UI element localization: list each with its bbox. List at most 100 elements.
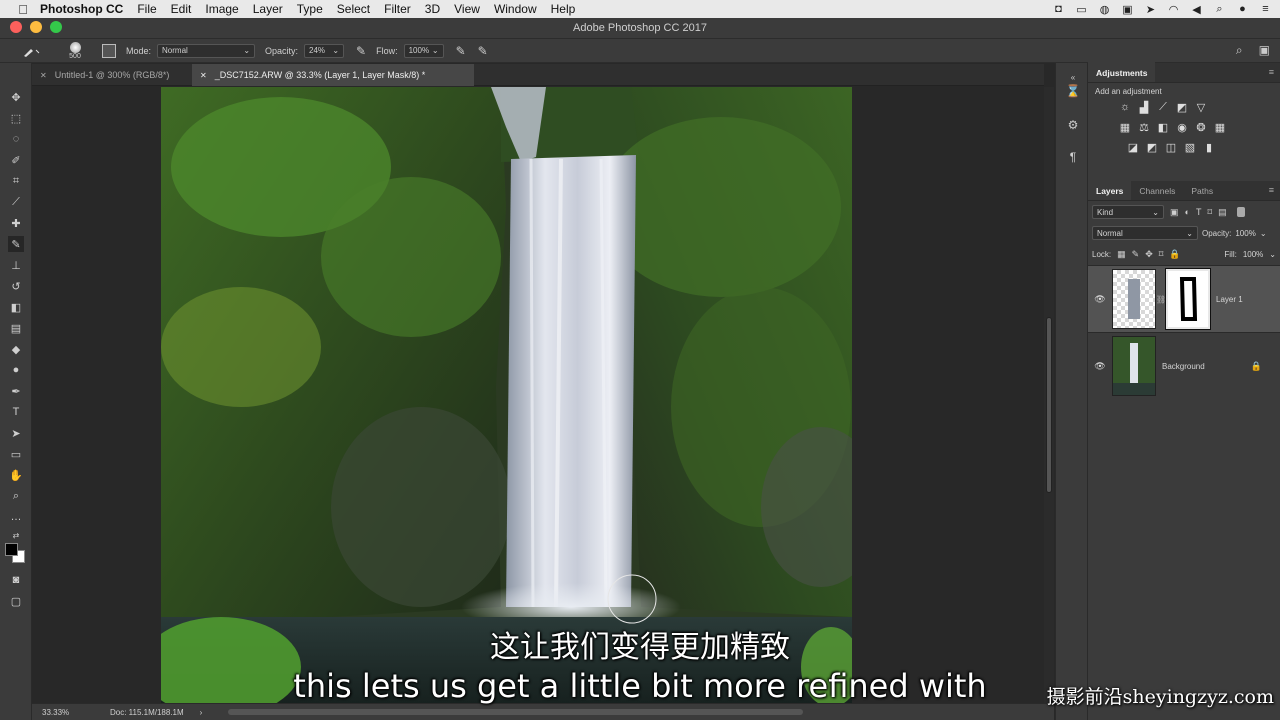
layer-thumbnail[interactable] [1112, 269, 1156, 329]
zoom-tool-icon[interactable]: ⌕ [8, 488, 24, 504]
apple-icon[interactable]:  [16, 2, 30, 17]
menu-filter[interactable]: Filter [384, 2, 411, 16]
zoom-level[interactable]: 33.33% [42, 708, 94, 717]
more-tools-icon[interactable]: … [8, 509, 24, 525]
menu-app-name[interactable]: Photoshop CC [40, 2, 123, 16]
volume-icon[interactable]: ◀ [1190, 3, 1203, 16]
swap-colors-icon[interactable]: ⇄ [8, 527, 24, 543]
notification-center-icon[interactable]: ≡ [1259, 3, 1272, 15]
rectangle-tool-icon[interactable]: ▭ [8, 446, 24, 462]
adjustment-filter-icon[interactable]: ◐ [1185, 207, 1190, 217]
scroll-thumb[interactable] [1046, 317, 1052, 493]
search-icon[interactable]: ⌕ [1236, 43, 1243, 58]
layer-name[interactable]: Layer 1 [1216, 295, 1243, 304]
hand-tool-icon[interactable]: ✋ [8, 467, 24, 483]
vertical-scrollbar[interactable] [1044, 87, 1054, 703]
threshold-icon[interactable]: ◫ [1164, 140, 1178, 154]
menu-3d[interactable]: 3D [425, 2, 440, 16]
filter-toggle[interactable] [1236, 207, 1245, 217]
link-icon[interactable]: ⛓ [1156, 295, 1166, 304]
eyedropper-tool-icon[interactable]: ⟋ [8, 194, 24, 210]
lock-position-icon[interactable]: ✥ [1145, 249, 1153, 260]
close-tab-icon[interactable]: ✕ [200, 71, 207, 80]
move-tool-icon[interactable]: ✥ [8, 89, 24, 105]
screen-mode-icon[interactable]: ▢ [8, 593, 24, 609]
zoom-window-button[interactable] [50, 21, 62, 33]
shape-filter-icon[interactable]: ⌑ [1207, 207, 1212, 218]
chevron-down-icon[interactable]: ⌄ [1260, 229, 1267, 238]
color-lookup-icon[interactable]: ▦ [1213, 120, 1227, 134]
fill-value[interactable]: 100% [1243, 250, 1263, 259]
lock-all-icon[interactable]: 🔒 [1169, 249, 1180, 260]
quick-mask-icon[interactable]: ◙ [8, 572, 24, 588]
gradient-tool-icon[interactable]: ▤ [8, 320, 24, 336]
menu-view[interactable]: View [454, 2, 480, 16]
menu-type[interactable]: Type [297, 2, 323, 16]
siri-icon[interactable]: ● [1236, 3, 1249, 15]
canvas-area[interactable] [32, 87, 1044, 703]
photo-filter-icon[interactable]: ◉ [1175, 120, 1189, 134]
invert-icon[interactable]: ◪ [1126, 140, 1140, 154]
lasso-tool-icon[interactable]: ◌ [8, 131, 24, 147]
layer-mask-thumbnail[interactable] [1165, 268, 1211, 330]
crop-tool-icon[interactable]: ⌗ [8, 173, 24, 189]
blur-tool-icon[interactable]: ◆ [8, 341, 24, 357]
tab-layers[interactable]: Layers [1088, 180, 1132, 200]
marquee-tool-icon[interactable]: ⬚ [8, 110, 24, 126]
menu-image[interactable]: Image [205, 2, 238, 16]
color-balance-icon[interactable]: ⚖ [1137, 120, 1151, 134]
quick-selection-tool-icon[interactable]: ✐ [8, 152, 24, 168]
brush-panel-toggle-icon[interactable] [102, 43, 116, 58]
close-window-button[interactable] [10, 21, 22, 33]
exposure-icon[interactable]: ◩ [1175, 100, 1189, 114]
visibility-eye-icon[interactable]: 👁 [1088, 294, 1112, 305]
close-tab-icon[interactable]: ✕ [40, 71, 47, 80]
menu-layer[interactable]: Layer [253, 2, 283, 16]
brush-preset-picker[interactable] [14, 41, 48, 61]
menu-window[interactable]: Window [494, 2, 537, 16]
pen-tool-icon[interactable]: ✒ [8, 383, 24, 399]
pixel-filter-icon[interactable]: ▣ [1170, 207, 1179, 218]
levels-icon[interactable]: ▟ [1137, 100, 1151, 114]
lock-transparent-icon[interactable]: ▦ [1117, 249, 1126, 260]
path-selection-tool-icon[interactable]: ➤ [8, 425, 24, 441]
smart-object-filter-icon[interactable]: ▤ [1218, 207, 1227, 218]
flow-field[interactable]: 100% ⌄ [403, 43, 444, 58]
curves-icon[interactable]: ⟋ [1156, 100, 1170, 114]
gradient-map-icon[interactable]: ▮ [1202, 140, 1216, 154]
opacity-field[interactable]: 24% ⌄ [304, 43, 345, 58]
camera-icon[interactable]: ◘ [1052, 3, 1065, 15]
lock-artboard-icon[interactable]: ⌑ [1159, 249, 1164, 260]
history-panel-icon[interactable]: ⌛ [1065, 83, 1081, 99]
airbrush-icon[interactable]: ✎ [456, 44, 466, 58]
location-icon[interactable]: ➤ [1144, 3, 1157, 16]
tab-untitled-1[interactable]: ✕ Untitled-1 @ 300% (RGB/8*) [32, 64, 192, 86]
layer-thumbnail[interactable] [1112, 336, 1156, 396]
history-brush-tool-icon[interactable]: ↺ [8, 278, 24, 294]
menu-help[interactable]: Help [551, 2, 576, 16]
brush-size-picker[interactable]: 500 [60, 39, 90, 63]
brightness-contrast-icon[interactable]: ☼ [1118, 100, 1132, 114]
pressure-opacity-icon[interactable]: ✎ [356, 44, 366, 58]
panel-menu-icon[interactable]: ≡ [1269, 185, 1274, 195]
channel-mixer-icon[interactable]: ❂ [1194, 120, 1208, 134]
hue-saturation-icon[interactable]: ▦ [1118, 120, 1132, 134]
workspace-icon[interactable]: ▣ [1259, 43, 1270, 58]
brush-tool-icon[interactable]: ✎ [8, 236, 24, 252]
black-white-icon[interactable]: ◧ [1156, 120, 1170, 134]
wifi-icon[interactable]: ◠ [1167, 3, 1180, 16]
tab-adjustments[interactable]: Adjustments [1088, 62, 1156, 82]
menu-edit[interactable]: Edit [171, 2, 192, 16]
visibility-eye-icon[interactable]: 👁 [1088, 361, 1112, 372]
tab-paths[interactable]: Paths [1183, 186, 1221, 200]
lock-image-icon[interactable]: ✎ [1132, 249, 1140, 260]
vibrance-icon[interactable]: ▽ [1194, 100, 1208, 114]
eraser-tool-icon[interactable]: ◧ [8, 299, 24, 315]
panel-menu-icon[interactable]: ≡ [1269, 67, 1274, 77]
status-menu-button[interactable]: › [200, 708, 203, 717]
clone-stamp-tool-icon[interactable]: ⊥ [8, 257, 24, 273]
kind-filter-dropdown[interactable]: Kind ⌄ [1092, 205, 1164, 219]
paragraph-panel-icon[interactable]: ¶ [1065, 149, 1081, 165]
type-filter-icon[interactable]: T [1196, 207, 1202, 217]
foreground-color-swatch[interactable] [5, 543, 18, 556]
